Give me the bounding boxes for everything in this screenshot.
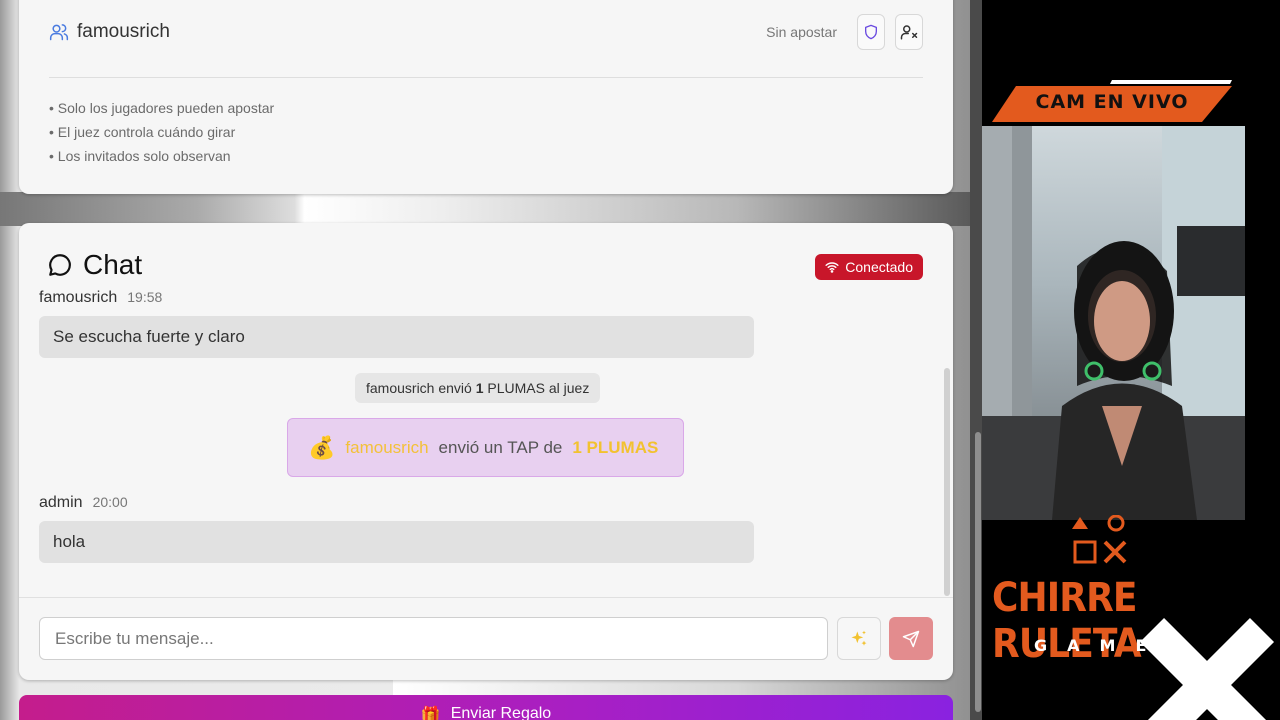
message-author: famousrich (39, 289, 118, 306)
send-gift-button[interactable]: 🎁 Enviar Regalo (19, 695, 953, 720)
message-time: 20:00 (92, 494, 128, 510)
decorative-x-icon (1132, 610, 1280, 720)
rules-list: Solo los jugadores pueden apostar El jue… (49, 96, 274, 168)
sparkles-icon (851, 630, 867, 646)
background-band (0, 192, 982, 226)
message-bubble: Se escucha fuerte y claro (39, 316, 754, 358)
brand-logo-shapes (1072, 514, 1132, 572)
tap-notification: 💰 famousrich envió un TAP de 1 PLUMAS (287, 418, 684, 477)
users-icon (49, 24, 69, 41)
system-message-rest: PLUMAS al juez (483, 380, 590, 396)
remove-player-button[interactable] (895, 14, 923, 50)
connection-status-badge: Conectado (815, 254, 923, 280)
chat-title: Chat (83, 249, 143, 280)
message-list: famousrich 19:58 Se escucha fuerte y cla… (19, 289, 953, 597)
stream-overlay: CAM EN VIVO CHIRRE RULETA GAMES (982, 0, 1280, 720)
tap-text: envió un TAP de (438, 437, 563, 457)
system-message-user: famousrich (366, 380, 435, 396)
message-time: 19:58 (127, 289, 163, 305)
tap-sender: famousrich (345, 437, 429, 457)
message-author: admin (39, 494, 83, 511)
gift-icon: 🎁 (420, 707, 441, 720)
rule-item: Solo los jugadores pueden apostar (49, 96, 274, 120)
effects-button[interactable] (837, 617, 881, 660)
wifi-icon (825, 262, 839, 273)
send-button[interactable] (889, 617, 933, 660)
chat-bubble-icon (49, 254, 71, 276)
player-name: famousrich (77, 21, 170, 42)
webcam-feed (982, 126, 1245, 520)
send-icon (902, 630, 920, 647)
message-input[interactable] (39, 617, 828, 660)
cam-label: CAM EN VIVO (1035, 91, 1189, 113)
system-message-verb: envió (434, 380, 476, 396)
chat-header: Chat (47, 249, 142, 281)
shield-icon (865, 24, 877, 40)
user-x-icon (900, 25, 918, 40)
message-bubble: hola (39, 521, 754, 563)
send-gift-label: Enviar Regalo (450, 705, 552, 720)
connection-status-label: Conectado (845, 259, 913, 275)
tap-amount: 1 PLUMAS (572, 437, 659, 457)
judge-role-button[interactable] (857, 14, 885, 50)
page-scrollbar-thumb[interactable] (975, 432, 981, 712)
players-card: famousrich Sin apostar Solo los jugadore… (19, 0, 953, 194)
message-meta: famousrich 19:58 (39, 289, 162, 307)
playstation-shapes-icon (1072, 514, 1127, 564)
system-message-amount: 1 (475, 380, 484, 396)
money-bag-icon: 💰 (308, 434, 336, 460)
chat-scrollbar[interactable] (944, 368, 950, 596)
rule-item: El juez controla cuándo girar (49, 120, 274, 144)
message-meta: admin 20:00 (39, 494, 128, 512)
divider (19, 597, 953, 598)
main-panel: famousrich Sin apostar Solo los jugadore… (0, 0, 982, 720)
webcam-image (982, 126, 1245, 520)
chat-card: Chat Conectado famousrich 19:58 Se escuc… (19, 223, 953, 680)
rule-item: Los invitados solo observan (49, 144, 274, 168)
cam-banner: CAM EN VIVO (992, 80, 1232, 122)
divider (49, 77, 923, 78)
system-message: famousrich envió 1 PLUMAS al juez (355, 373, 601, 403)
player-bet-status: Sin apostar (766, 24, 837, 40)
player-row: famousrich Sin apostar (49, 12, 923, 52)
